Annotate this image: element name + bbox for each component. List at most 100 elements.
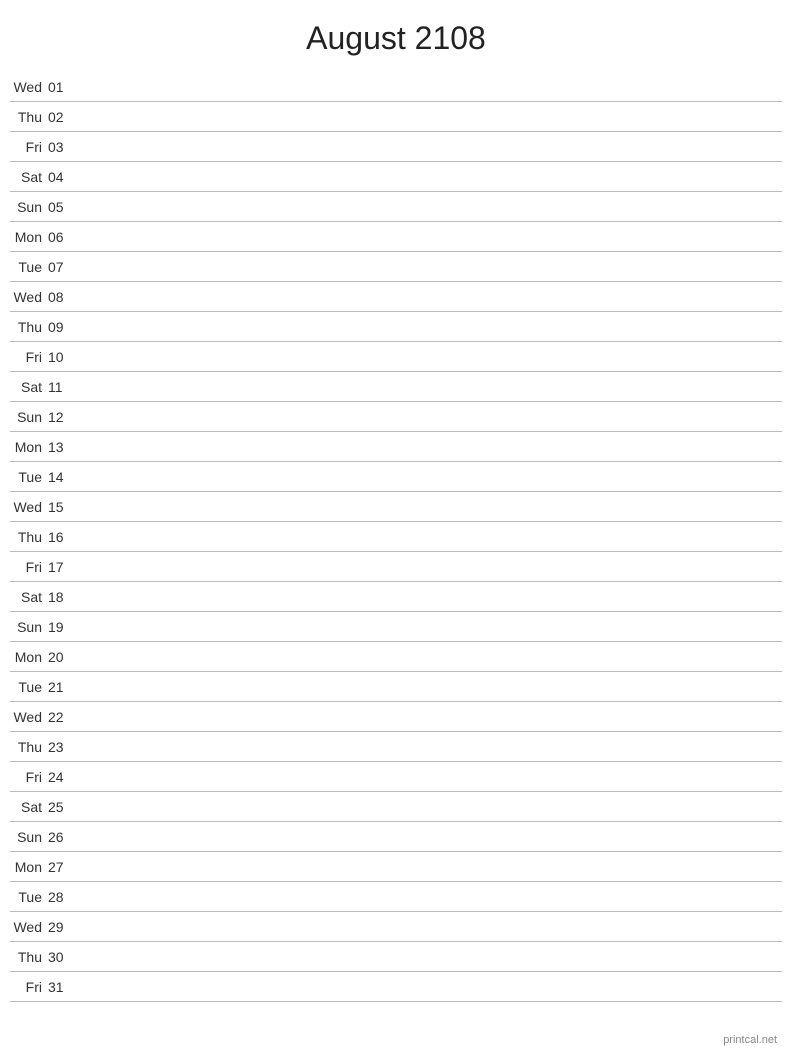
day-name: Tue: [10, 679, 48, 695]
day-name: Sat: [10, 589, 48, 605]
footer-text: printcal.net: [723, 1034, 777, 1046]
day-line: [76, 626, 782, 627]
day-line: [76, 836, 782, 837]
day-name: Mon: [10, 859, 48, 875]
day-number: 24: [48, 769, 76, 785]
day-number: 10: [48, 349, 76, 365]
page-title: August 2108: [0, 0, 792, 72]
table-row: Sun12: [10, 402, 782, 432]
day-number: 22: [48, 709, 76, 725]
day-name: Mon: [10, 439, 48, 455]
table-row: Sat25: [10, 792, 782, 822]
day-name: Fri: [10, 769, 48, 785]
table-row: Sun05: [10, 192, 782, 222]
day-number: 14: [48, 469, 76, 485]
day-line: [76, 416, 782, 417]
day-number: 21: [48, 679, 76, 695]
day-line: [76, 986, 782, 987]
day-name: Sun: [10, 409, 48, 425]
day-number: 23: [48, 739, 76, 755]
calendar-container: Wed01Thu02Fri03Sat04Sun05Mon06Tue07Wed08…: [0, 72, 792, 1002]
day-line: [76, 746, 782, 747]
day-line: [76, 386, 782, 387]
day-name: Tue: [10, 889, 48, 905]
day-number: 26: [48, 829, 76, 845]
table-row: Fri10: [10, 342, 782, 372]
day-line: [76, 806, 782, 807]
day-name: Wed: [10, 919, 48, 935]
table-row: Wed22: [10, 702, 782, 732]
table-row: Thu23: [10, 732, 782, 762]
day-number: 31: [48, 979, 76, 995]
table-row: Sun19: [10, 612, 782, 642]
day-name: Sat: [10, 799, 48, 815]
day-line: [76, 206, 782, 207]
day-number: 04: [48, 169, 76, 185]
day-name: Thu: [10, 109, 48, 125]
day-line: [76, 476, 782, 477]
day-number: 16: [48, 529, 76, 545]
day-number: 02: [48, 109, 76, 125]
table-row: Mon06: [10, 222, 782, 252]
day-name: Sat: [10, 379, 48, 395]
table-row: Sun26: [10, 822, 782, 852]
table-row: Sat11: [10, 372, 782, 402]
table-row: Tue21: [10, 672, 782, 702]
table-row: Thu30: [10, 942, 782, 972]
day-name: Sun: [10, 829, 48, 845]
day-number: 17: [48, 559, 76, 575]
day-number: 01: [48, 79, 76, 95]
day-number: 05: [48, 199, 76, 215]
day-name: Fri: [10, 139, 48, 155]
table-row: Fri17: [10, 552, 782, 582]
day-line: [76, 656, 782, 657]
day-name: Wed: [10, 499, 48, 515]
day-line: [76, 86, 782, 87]
day-line: [76, 866, 782, 867]
day-name: Wed: [10, 289, 48, 305]
day-number: 30: [48, 949, 76, 965]
day-number: 11: [48, 379, 76, 395]
day-line: [76, 266, 782, 267]
day-name: Thu: [10, 529, 48, 545]
day-number: 13: [48, 439, 76, 455]
table-row: Wed29: [10, 912, 782, 942]
day-line: [76, 116, 782, 117]
day-name: Mon: [10, 229, 48, 245]
table-row: Fri31: [10, 972, 782, 1002]
day-name: Fri: [10, 979, 48, 995]
table-row: Mon20: [10, 642, 782, 672]
table-row: Tue28: [10, 882, 782, 912]
day-name: Sun: [10, 199, 48, 215]
day-line: [76, 926, 782, 927]
day-number: 12: [48, 409, 76, 425]
day-number: 20: [48, 649, 76, 665]
table-row: Thu16: [10, 522, 782, 552]
day-number: 09: [48, 319, 76, 335]
day-line: [76, 506, 782, 507]
day-line: [76, 356, 782, 357]
table-row: Fri24: [10, 762, 782, 792]
table-row: Mon27: [10, 852, 782, 882]
table-row: Fri03: [10, 132, 782, 162]
table-row: Thu09: [10, 312, 782, 342]
day-line: [76, 566, 782, 567]
table-row: Wed01: [10, 72, 782, 102]
day-name: Fri: [10, 349, 48, 365]
day-number: 08: [48, 289, 76, 305]
day-name: Sun: [10, 619, 48, 635]
day-number: 06: [48, 229, 76, 245]
day-line: [76, 686, 782, 687]
day-number: 19: [48, 619, 76, 635]
day-name: Thu: [10, 739, 48, 755]
day-number: 18: [48, 589, 76, 605]
day-name: Wed: [10, 709, 48, 725]
day-line: [76, 146, 782, 147]
day-name: Sat: [10, 169, 48, 185]
day-name: Mon: [10, 649, 48, 665]
day-line: [76, 776, 782, 777]
day-number: 03: [48, 139, 76, 155]
day-number: 28: [48, 889, 76, 905]
day-line: [76, 296, 782, 297]
day-name: Tue: [10, 469, 48, 485]
